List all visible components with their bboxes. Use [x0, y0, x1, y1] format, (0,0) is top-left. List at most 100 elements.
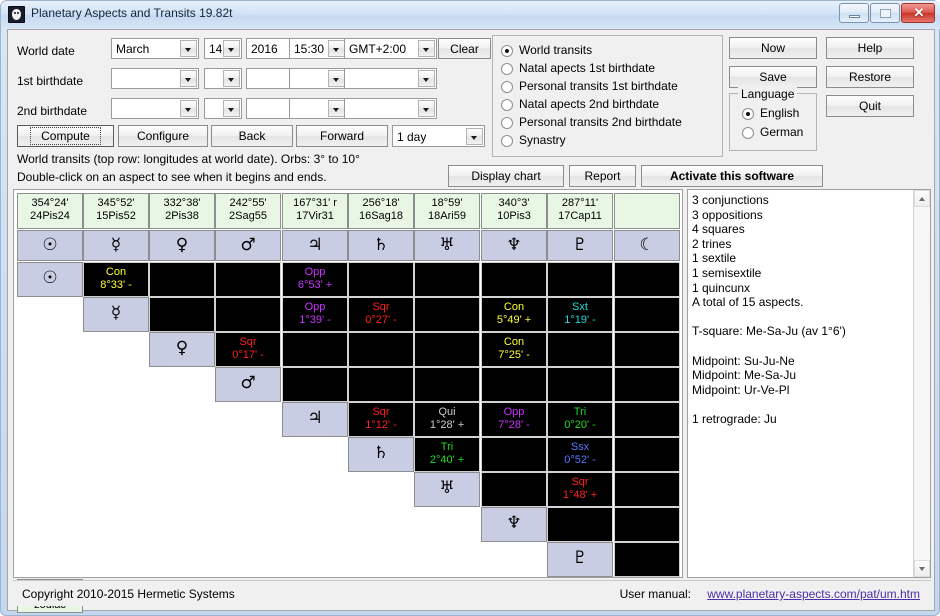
aspect-cell[interactable]: Qui1°28' + — [414, 402, 480, 437]
clear-button[interactable]: Clear — [438, 38, 491, 59]
aspect-cell-empty[interactable] — [414, 297, 480, 332]
aspect-cell-empty[interactable] — [282, 332, 348, 367]
aspect-cell-empty[interactable] — [614, 472, 680, 507]
aspect-cell-empty[interactable] — [547, 367, 613, 402]
aspect-cell-empty[interactable] — [547, 507, 613, 542]
first-birthdate-month-combo[interactable] — [111, 68, 199, 89]
aspect-cell-empty[interactable] — [614, 542, 680, 577]
minimize-icon — [849, 15, 860, 18]
aspect-cell[interactable]: Sqr0°27' - — [348, 297, 414, 332]
aspect-cell-empty[interactable] — [614, 367, 680, 402]
aspect-cell-empty[interactable] — [547, 262, 613, 297]
aspect-cell-empty[interactable] — [547, 332, 613, 367]
scroll-down-icon[interactable] — [914, 560, 930, 577]
aspect-cell-empty[interactable] — [414, 332, 480, 367]
chevron-down-icon[interactable] — [328, 70, 345, 87]
chevron-down-icon[interactable] — [223, 40, 240, 57]
step-interval-combo[interactable]: 1 day — [392, 125, 485, 147]
chevron-down-icon[interactable] — [180, 40, 197, 57]
second-birthdate-time-combo[interactable] — [289, 98, 347, 119]
chevron-down-icon[interactable] — [418, 70, 435, 87]
user-manual-link[interactable]: www.planetary-aspects.com/pat/um.htm — [707, 587, 920, 601]
world-date-month-combo[interactable]: March — [111, 38, 199, 59]
forward-button[interactable]: Forward — [296, 125, 388, 147]
back-button[interactable]: Back — [211, 125, 293, 147]
aspect-cell-empty[interactable] — [481, 472, 547, 507]
aspect-cell-empty[interactable] — [348, 367, 414, 402]
scroll-up-icon[interactable] — [914, 190, 930, 207]
aspect-cell-empty[interactable] — [282, 367, 348, 402]
world-date-year-input[interactable]: 2016 — [246, 38, 290, 59]
aspect-cell-empty[interactable] — [414, 262, 480, 297]
chevron-down-icon[interactable] — [328, 40, 345, 57]
aspect-cell[interactable]: Sqr1°12' - — [348, 402, 414, 437]
minimize-button[interactable] — [839, 3, 869, 23]
activate-software-button[interactable]: Activate this software — [641, 165, 823, 187]
aspect-cell-empty[interactable] — [481, 262, 547, 297]
aspect-cell-empty[interactable] — [481, 367, 547, 402]
aspect-cell[interactable]: Opp1°39' - — [282, 297, 348, 332]
summary-panel[interactable]: 3 conjunctions 3 oppositions 4 squares 2… — [687, 189, 931, 578]
aspect-cell[interactable]: Tri2°40' + — [414, 437, 480, 472]
first-birthdate-time-combo[interactable] — [289, 68, 347, 89]
save-button[interactable]: Save — [729, 66, 817, 88]
aspect-orb: 0°20' - — [548, 419, 612, 432]
aspect-cell-empty[interactable] — [348, 332, 414, 367]
aspect-cell[interactable]: Con7°25' - — [481, 332, 547, 367]
first-birthdate-day-combo[interactable] — [204, 68, 242, 89]
grid-header-mars: 242°55'2Sag55 — [215, 193, 281, 229]
aspect-cell-empty[interactable] — [614, 262, 680, 297]
world-date-timezone-combo[interactable]: GMT+2:00 — [344, 38, 437, 59]
quit-button[interactable]: Quit — [826, 95, 914, 117]
aspect-cell[interactable]: Sqr1°48' + — [547, 472, 613, 507]
close-button[interactable]: ✕ — [901, 3, 935, 23]
second-birthdate-year-input[interactable] — [246, 98, 290, 119]
chevron-down-icon[interactable] — [223, 70, 240, 87]
chevron-down-icon[interactable] — [328, 100, 345, 117]
title-bar[interactable]: Planetary Aspects and Transits 19.82t ✕ — [1, 1, 940, 29]
aspect-cell-empty[interactable] — [481, 437, 547, 472]
world-date-time-combo[interactable]: 15:30 — [289, 38, 347, 59]
second-birthdate-day-combo[interactable] — [204, 98, 242, 119]
first-birthdate-year-input[interactable] — [246, 68, 290, 89]
chevron-down-icon[interactable] — [180, 100, 197, 117]
aspect-cell[interactable]: Tri0°20' - — [547, 402, 613, 437]
aspect-cell[interactable]: Opp7°28' - — [481, 402, 547, 437]
second-birthdate-timezone-combo[interactable] — [344, 98, 437, 119]
chevron-down-icon[interactable] — [418, 100, 435, 117]
configure-button[interactable]: Configure — [118, 125, 208, 147]
display-chart-button[interactable]: Display chart — [448, 165, 564, 187]
aspect-grid[interactable]: 354°24'24Pis24345°52'15Pis52332°38'2Pis3… — [13, 189, 683, 578]
aspect-cell-empty[interactable] — [149, 297, 215, 332]
aspect-cell-empty[interactable] — [348, 262, 414, 297]
summary-scrollbar[interactable] — [913, 190, 930, 577]
chevron-down-icon[interactable] — [223, 100, 240, 117]
aspect-cell-empty[interactable] — [414, 367, 480, 402]
chevron-down-icon[interactable] — [466, 128, 483, 145]
compute-button[interactable]: Compute — [17, 125, 114, 147]
aspect-cell-empty[interactable] — [614, 507, 680, 542]
chevron-down-icon[interactable] — [180, 70, 197, 87]
now-button[interactable]: Now — [729, 37, 817, 59]
report-button[interactable]: Report — [569, 165, 636, 187]
aspect-cell-empty[interactable] — [614, 437, 680, 472]
aspect-cell-empty[interactable] — [614, 402, 680, 437]
first-birthdate-timezone-combo[interactable] — [344, 68, 437, 89]
aspect-cell[interactable]: Ssx0°52' - — [547, 437, 613, 472]
restore-button[interactable]: Restore — [826, 66, 914, 88]
world-date-day-combo[interactable]: 14 — [204, 38, 242, 59]
aspect-cell-empty[interactable] — [149, 262, 215, 297]
help-button[interactable]: Help — [826, 37, 914, 59]
second-birthdate-month-combo[interactable] — [111, 98, 199, 119]
aspect-cell-empty[interactable] — [215, 297, 281, 332]
aspect-cell[interactable]: Sqr0°17' - — [215, 332, 281, 367]
chevron-down-icon[interactable] — [418, 40, 435, 57]
aspect-cell-empty[interactable] — [614, 297, 680, 332]
aspect-cell[interactable]: Con5°49' + — [481, 297, 547, 332]
aspect-cell[interactable]: Con8°33' - — [83, 262, 149, 297]
aspect-cell[interactable]: Sxt1°19' - — [547, 297, 613, 332]
aspect-cell-empty[interactable] — [215, 262, 281, 297]
maximize-button[interactable] — [870, 3, 900, 23]
aspect-cell-empty[interactable] — [614, 332, 680, 367]
aspect-cell[interactable]: Opp6°53' + — [282, 262, 348, 297]
